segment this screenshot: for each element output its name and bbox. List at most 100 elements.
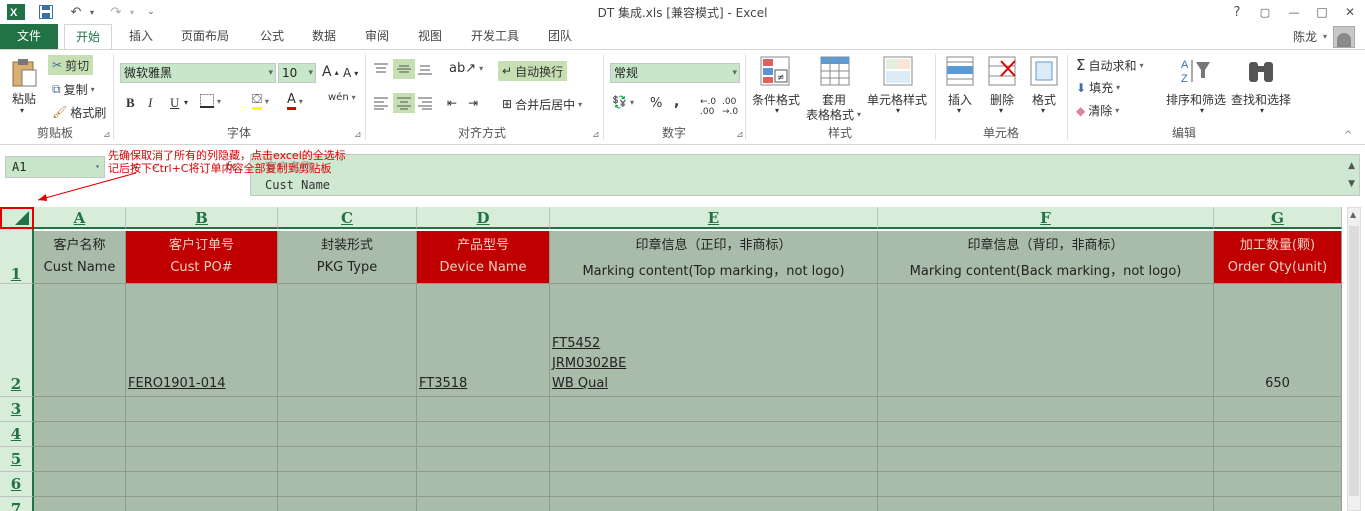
italic-button[interactable]: I — [148, 95, 152, 111]
bold-button[interactable]: B — [126, 95, 135, 111]
cell-e4[interactable] — [550, 422, 878, 447]
decrease-font-size-icon[interactable]: A ▾ — [343, 66, 358, 80]
cell-d6[interactable] — [417, 472, 550, 497]
column-header-d[interactable]: D — [417, 207, 550, 229]
decrease-decimal-icon[interactable]: .00 →.0 — [722, 97, 738, 117]
align-top-icon[interactable] — [373, 62, 389, 76]
tab-team[interactable]: 团队 — [538, 24, 582, 49]
sort-filter-dropdown-icon[interactable]: ▾ — [1200, 106, 1204, 115]
cell-g5[interactable] — [1214, 447, 1342, 472]
underline-button[interactable]: U — [170, 95, 179, 111]
accounting-format-icon[interactable]: 💱 ▾ — [612, 95, 634, 109]
wrap-text-button[interactable]: ↵ 自动换行 — [498, 61, 568, 81]
clipboard-launcher-icon[interactable]: ⊿ — [103, 130, 111, 140]
cell-d1[interactable]: 产品型号 Device Name — [417, 231, 550, 284]
align-bottom-icon[interactable] — [417, 62, 433, 76]
cell-a3[interactable] — [34, 397, 126, 422]
formula-bar-collapse-icon[interactable]: ▲ — [1348, 161, 1355, 171]
delete-cells-icon[interactable] — [988, 56, 1016, 89]
copy-button[interactable]: ⧉ 复制 ▾ — [48, 79, 99, 99]
cell-f5[interactable] — [878, 447, 1214, 472]
cell-d5[interactable] — [417, 447, 550, 472]
minimize-button[interactable]: — — [1283, 2, 1305, 22]
cell-styles-dropdown-icon[interactable]: ▾ — [896, 106, 900, 115]
fill-color-button[interactable]: ⛋ ▾ — [252, 93, 269, 110]
cell-g3[interactable] — [1214, 397, 1342, 422]
ribbon-display-options-icon[interactable]: ▢ — [1254, 2, 1276, 22]
column-header-g[interactable]: G — [1214, 207, 1342, 229]
cell-g1[interactable]: 加工数量(颗) Order Qty(unit) — [1214, 231, 1342, 284]
cell-b1[interactable]: 客户订单号 Cust PO# — [126, 231, 278, 284]
cell-f6[interactable] — [878, 472, 1214, 497]
cell-g7[interactable] — [1214, 497, 1342, 511]
user-account[interactable]: 陈龙 ▾ — [1293, 24, 1355, 49]
font-name-combo[interactable]: 微软雅黑 ▾ — [120, 63, 276, 83]
column-header-a[interactable]: A — [34, 207, 126, 229]
cell-g6[interactable] — [1214, 472, 1342, 497]
cell-e7[interactable] — [550, 497, 878, 511]
borders-button[interactable]: ▾ — [200, 94, 221, 108]
tab-data[interactable]: 数据 — [302, 24, 346, 49]
tab-home[interactable]: 开始 — [64, 24, 112, 50]
comma-button[interactable]: , — [674, 94, 679, 110]
fill-button[interactable]: ⬇ 填充 ▾ — [1076, 79, 1120, 96]
delete-dropdown-icon[interactable]: ▾ — [999, 106, 1003, 115]
maximize-button[interactable]: □ — [1311, 2, 1333, 22]
cell-c3[interactable] — [278, 397, 417, 422]
align-middle-icon[interactable] — [393, 59, 415, 79]
alignment-launcher-icon[interactable]: ⊿ — [592, 130, 600, 140]
tab-file[interactable]: 文件 — [0, 24, 58, 49]
merge-center-button[interactable]: ⊞ 合并后居中 ▾ — [500, 94, 584, 114]
find-select-dropdown-icon[interactable]: ▾ — [1260, 106, 1264, 115]
cell-c6[interactable] — [278, 472, 417, 497]
font-launcher-icon[interactable]: ⊿ — [354, 130, 362, 140]
font-color-button[interactable]: A ▾ — [287, 93, 303, 110]
scroll-up-icon[interactable]: ▲ — [1350, 210, 1356, 219]
tab-page-layout[interactable]: 页面布局 — [172, 24, 238, 49]
align-center-icon[interactable] — [393, 93, 415, 113]
cell-d7[interactable] — [417, 497, 550, 511]
cell-e3[interactable] — [550, 397, 878, 422]
help-button[interactable]: ? — [1226, 2, 1248, 22]
cell-f7[interactable] — [878, 497, 1214, 511]
align-left-icon[interactable] — [373, 96, 389, 110]
align-right-icon[interactable] — [417, 96, 433, 110]
column-header-e[interactable]: E — [550, 207, 878, 229]
format-as-table-button[interactable]: 表格格式 ▾ — [806, 106, 861, 123]
cell-c1[interactable]: 封装形式 PKG Type — [278, 231, 417, 284]
row-header-1[interactable]: 1 — [0, 229, 34, 284]
cell-f4[interactable] — [878, 422, 1214, 447]
number-format-combo[interactable]: 常规 ▾ — [610, 63, 740, 83]
scrollbar-thumb[interactable] — [1349, 226, 1359, 496]
autosum-button[interactable]: Σ 自动求和 ▾ — [1076, 56, 1144, 74]
cell-f2[interactable] — [878, 284, 1214, 397]
cell-b3[interactable] — [126, 397, 278, 422]
tab-developer[interactable]: 开发工具 — [462, 24, 528, 49]
cell-a1[interactable]: 客户名称 Cust Name — [34, 231, 126, 284]
tab-view[interactable]: 视图 — [408, 24, 452, 49]
cell-a7[interactable] — [34, 497, 126, 511]
format-cells-icon[interactable] — [1030, 56, 1058, 89]
cell-g2[interactable]: 650 — [1214, 284, 1342, 397]
cell-a2[interactable] — [34, 284, 126, 397]
formula-bar-expand-icon[interactable]: ▼ — [1348, 179, 1355, 189]
row-header-6[interactable]: 6 — [0, 472, 34, 497]
paste-button[interactable] — [10, 58, 38, 91]
conditional-format-dropdown-icon[interactable]: ▾ — [775, 106, 779, 115]
sort-filter-icon[interactable]: AZ — [1180, 56, 1212, 89]
row-header-2[interactable]: 2 — [0, 284, 34, 397]
cell-a6[interactable] — [34, 472, 126, 497]
column-header-f[interactable]: F — [878, 207, 1214, 229]
cell-a5[interactable] — [34, 447, 126, 472]
row-header-7[interactable]: 7 — [0, 497, 34, 511]
format-as-table-icon[interactable] — [820, 56, 850, 89]
orientation-icon[interactable]: ab↗ ▾ — [449, 61, 483, 76]
cell-d3[interactable] — [417, 397, 550, 422]
tab-insert[interactable]: 插入 — [118, 24, 164, 49]
cell-g4[interactable] — [1214, 422, 1342, 447]
cut-button[interactable]: ✂ 剪切 — [48, 55, 94, 75]
cell-a4[interactable] — [34, 422, 126, 447]
column-header-c[interactable]: C — [278, 207, 417, 229]
cell-d2[interactable]: FT3518 — [417, 284, 550, 397]
row-header-5[interactable]: 5 — [0, 447, 34, 472]
